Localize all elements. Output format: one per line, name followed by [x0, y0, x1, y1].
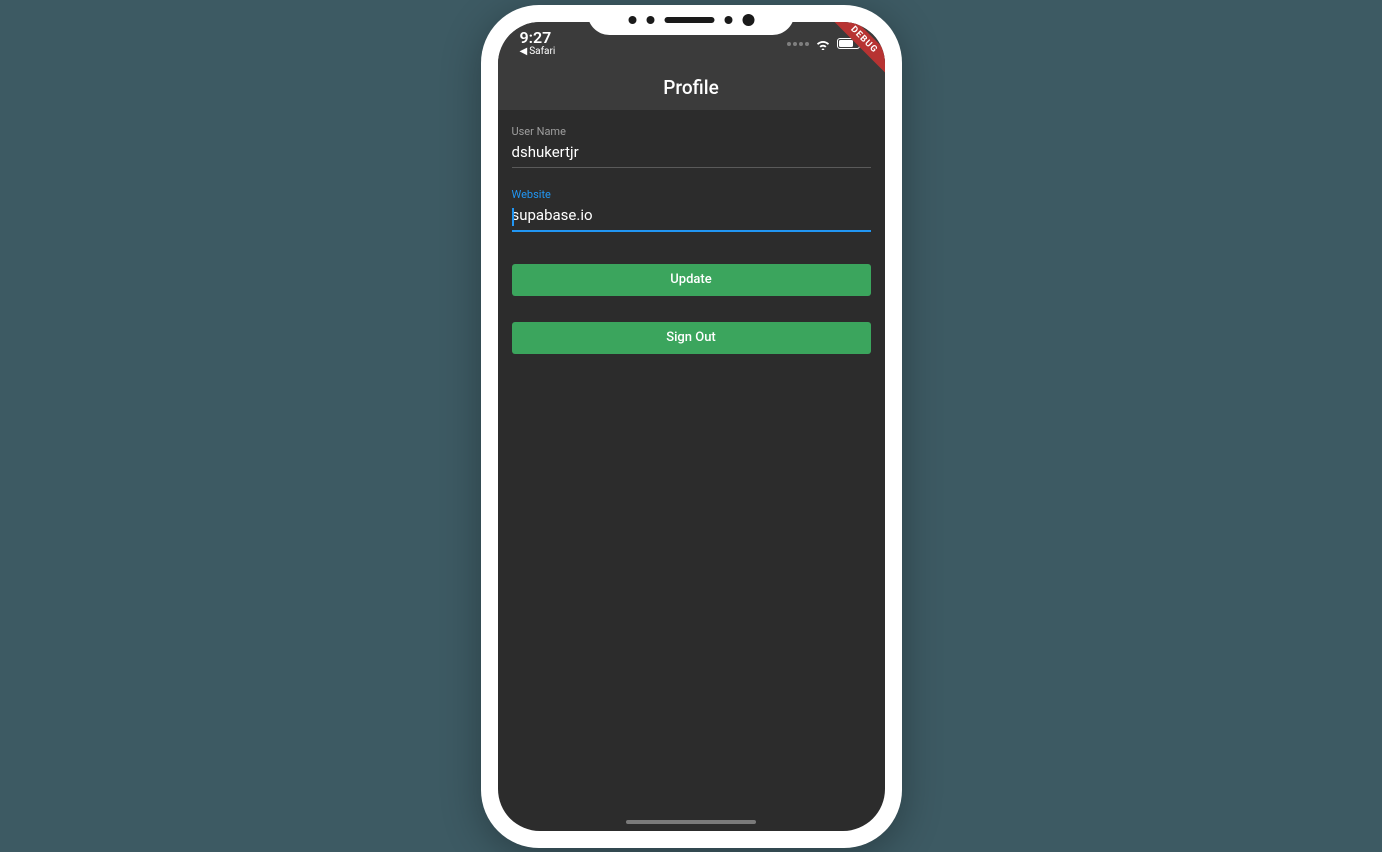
app-bar: Profile: [498, 66, 885, 111]
screen: DEBUG 9:27 ◀ Safari: [498, 22, 885, 831]
back-to-safari[interactable]: ◀ Safari: [520, 47, 556, 57]
website-input[interactable]: [512, 204, 871, 232]
username-field: User Name: [512, 125, 871, 168]
username-input[interactable]: [512, 141, 871, 168]
text-caret: [512, 208, 514, 226]
username-label: User Name: [512, 125, 871, 138]
form-content: User Name Website Update Sign Out: [498, 111, 885, 368]
website-label: Website: [512, 188, 871, 201]
cellular-icon: [787, 42, 809, 46]
website-field: Website: [512, 188, 871, 232]
home-indicator[interactable]: [626, 820, 756, 824]
update-button[interactable]: Update: [512, 264, 871, 296]
page-title: Profile: [663, 76, 719, 99]
wifi-icon: [815, 38, 831, 50]
device-frame: DEBUG 9:27 ◀ Safari: [481, 5, 902, 848]
sign-out-button[interactable]: Sign Out: [512, 322, 871, 354]
back-chevron-icon: ◀: [520, 47, 528, 57]
status-time: 9:27: [520, 30, 552, 46]
device-notch: [588, 5, 795, 35]
